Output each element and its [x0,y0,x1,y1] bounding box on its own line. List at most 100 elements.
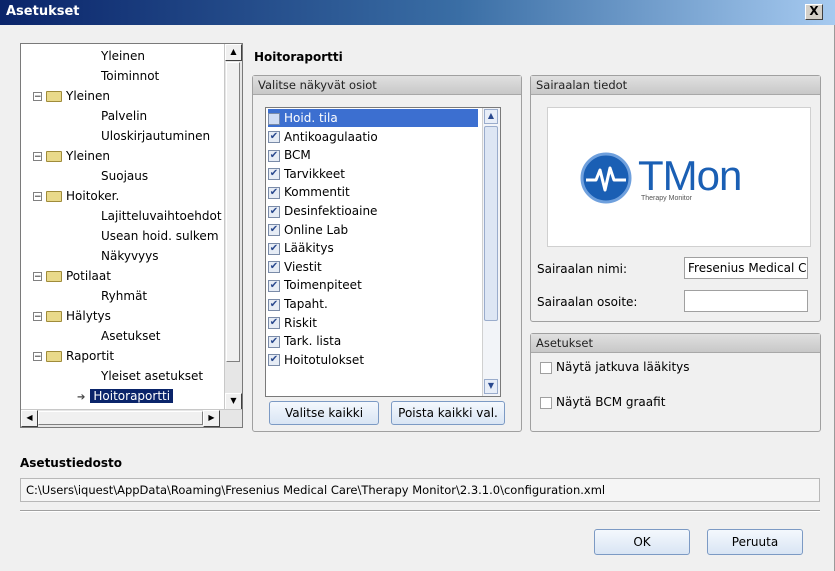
section-list-item[interactable]: ✔ Riskit [268,314,317,332]
list-scrollbar[interactable]: ▲ ▼ [482,108,500,396]
tree-hscroll-thumb[interactable] [38,411,203,425]
tree-item[interactable]: Uloskirjautuminen [101,127,210,145]
clear-all-button[interactable]: Poista kaikki val. [391,401,505,425]
section-label: Hoid. tila [284,111,338,125]
tree-item[interactable]: − Raportit [33,347,114,365]
section-list-item[interactable]: ✔ Online Lab [268,221,348,239]
tree-item[interactable]: Ryhmät [101,287,147,305]
tree-item[interactable]: Yleinen [101,47,145,65]
tree-item[interactable]: − Yleinen [33,87,110,105]
list-scroll-down-button[interactable]: ▼ [484,379,498,394]
section-checkbox[interactable]: ✔ [268,149,280,162]
section-label: Kommentit [284,185,350,200]
show-bcm-graphs-checkbox[interactable] [540,396,552,409]
section-checkbox[interactable]: ✔ [268,224,280,237]
tree-item[interactable]: Asetukset [101,327,160,345]
tree-item[interactable]: − Yleinen [33,147,110,165]
tree-item[interactable]: − Hoitoker. [33,187,119,205]
scroll-left-button[interactable]: ◀ [21,410,38,427]
section-checkbox[interactable]: ✔ [268,205,280,218]
show-continuous-medication-checkbox[interactable] [540,361,552,374]
section-label: Lääkitys [284,241,334,256]
section-checkbox[interactable]: ✔ [268,131,280,144]
section-checkbox[interactable]: ✔ [268,186,280,199]
section-checkbox[interactable]: ✔ [268,261,280,274]
section-label: BCM [284,148,311,163]
hospital-group-title: Sairaalan tiedot [531,76,820,95]
tree-item-label: Ryhmät [101,289,148,303]
section-label: Toimenpiteet [284,278,362,293]
settings-tree[interactable]: ▲ ▼ ◀ ▶ Yleinen Toiminnot − Yleinen Palvelin… [20,43,243,428]
list-scroll-thumb[interactable] [484,126,498,321]
folder-icon [46,311,62,322]
tree-item[interactable]: Palvelin [101,107,147,125]
section-list-item[interactable]: ✔ Kommentit [268,183,350,201]
show-bcm-graphs-option[interactable]: Näytä BCM graafit [540,395,665,409]
tree-item[interactable]: Näkyvyys [101,247,159,265]
collapse-icon[interactable]: − [33,352,42,362]
tree-item-label: Toiminnot [101,69,160,83]
hospital-address-field[interactable] [684,290,808,312]
section-list-item[interactable]: ✔ BCM [268,146,311,164]
tree-item-label: Suojaus [101,169,149,183]
section-checkbox[interactable]: ✔ [268,298,280,311]
collapse-icon[interactable]: − [33,312,42,322]
section-label: Antikoagulaatio [284,129,378,144]
section-checkbox[interactable]: ✔ [268,242,280,255]
select-all-button[interactable]: Valitse kaikki [269,401,379,425]
config-path-field[interactable]: C:\Users\iquest\AppData\Roaming\Freseniu… [20,478,820,502]
tree-horizontal-scrollbar[interactable]: ◀ ▶ [21,409,242,427]
section-list-item[interactable]: ✔ Hoitotulokset [268,351,364,369]
collapse-icon[interactable]: − [33,92,42,102]
section-label: Tapaht. [284,297,328,311]
list-scroll-up-button[interactable]: ▲ [484,109,498,124]
section-list-item[interactable]: ✔ Lääkitys [268,239,334,257]
sections-group: Valitse näkyvät osiot ▲ ▼ Hoid. tila ✔ Ant… [252,75,522,432]
section-label: Hoitotulokset [284,352,365,367]
ok-button[interactable]: OK [594,529,690,555]
tree-item-label: Yleinen [101,49,145,63]
tree-item-label: Asetukset [101,329,161,343]
tree-item-label: Yleinen [66,149,110,163]
tree-item[interactable]: ➔ Hoitoraportti [77,387,174,405]
collapse-icon[interactable]: − [33,192,42,202]
section-list-item[interactable]: ✔ Tapaht. [268,295,328,313]
section-checkbox[interactable] [268,112,280,125]
section-checkbox[interactable]: ✔ [268,354,280,367]
sections-list[interactable]: ▲ ▼ Hoid. tila ✔ Antikoagulaatio ✔ BCM ✔ Tarvi… [265,107,501,397]
show-continuous-medication-label: Näytä jatkuva lääkitys [556,360,690,374]
section-label: Tarvikkeet [284,166,346,181]
cancel-button[interactable]: Peruuta [707,529,803,555]
tree-item[interactable]: − Potilaat [33,267,111,285]
tree-item[interactable]: − Hälytys [33,307,111,325]
show-continuous-medication-option[interactable]: Näytä jatkuva lääkitys [540,360,690,374]
arrow-right-icon: ➔ [77,392,86,403]
section-checkbox[interactable]: ✔ [268,335,280,348]
section-list-item[interactable]: Hoid. tila [268,109,478,127]
section-checkbox[interactable]: ✔ [268,279,280,292]
collapse-icon[interactable]: − [33,152,42,162]
section-checkbox[interactable]: ✔ [268,317,280,330]
section-list-item[interactable]: ✔ Toimenpiteet [268,276,362,294]
tree-item[interactable]: Usean hoid. sulkem [101,227,219,245]
tree-item[interactable]: Lajitteluvaihtoehdot [101,207,222,225]
close-button[interactable]: X [805,4,823,20]
folder-icon [46,151,62,162]
tree-item[interactable]: Suojaus [101,167,148,185]
collapse-icon[interactable]: − [33,272,42,282]
tree-item[interactable]: Yleiset asetukset [101,367,203,385]
scroll-up-button[interactable]: ▲ [225,44,242,61]
scroll-right-button[interactable]: ▶ [203,410,220,427]
show-bcm-graphs-label: Näytä BCM graafit [556,395,666,409]
tree-scroll-thumb[interactable] [226,62,240,362]
scroll-down-button[interactable]: ▼ [225,393,242,410]
tree-vertical-scrollbar[interactable]: ▲ ▼ [224,44,242,410]
section-list-item[interactable]: ✔ Desinfektioaine [268,202,377,220]
section-list-item[interactable]: ✔ Viestit [268,258,322,276]
hospital-name-field[interactable]: Fresenius Medical C [684,257,808,279]
section-list-item[interactable]: ✔ Antikoagulaatio [268,128,378,146]
tree-item[interactable]: Toiminnot [101,67,159,85]
section-checkbox[interactable]: ✔ [268,168,280,181]
section-list-item[interactable]: ✔ Tarvikkeet [268,165,345,183]
section-list-item[interactable]: ✔ Tark. lista [268,332,341,350]
